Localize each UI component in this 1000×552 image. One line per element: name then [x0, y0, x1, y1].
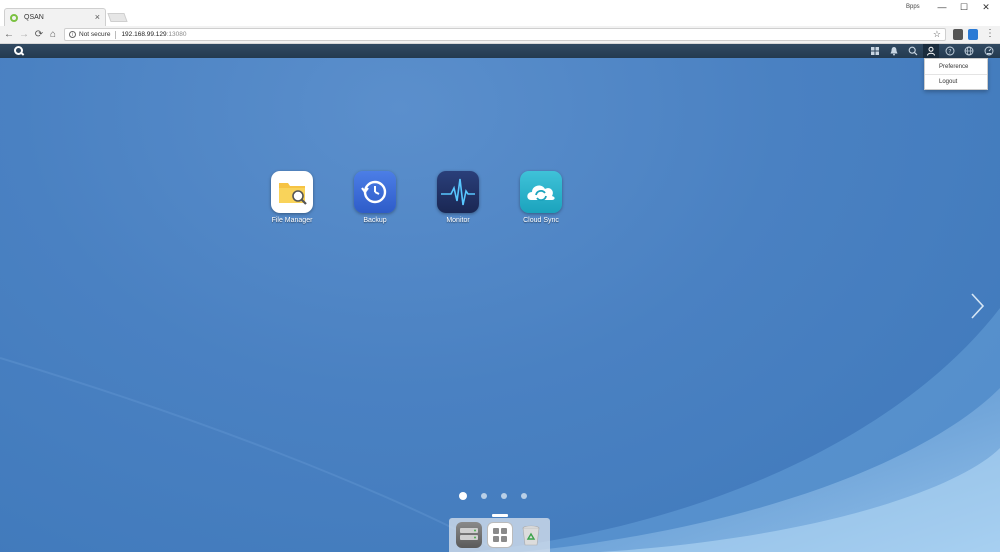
- qsan-favicon-icon: [10, 13, 18, 22]
- maximize-icon[interactable]: ☐: [958, 3, 970, 12]
- url-port: :13080: [166, 31, 187, 38]
- tab-close-icon[interactable]: ×: [95, 13, 100, 22]
- page-indicator: [459, 492, 527, 500]
- page-dot-3[interactable]: [501, 493, 507, 499]
- page-dot-2[interactable]: [481, 493, 487, 499]
- app-label: Cloud Sync: [523, 217, 559, 224]
- security-label: Not secure: [79, 31, 111, 38]
- app-label: Monitor: [446, 217, 470, 224]
- dock-handle[interactable]: [492, 514, 508, 517]
- search-icon[interactable]: [907, 45, 919, 57]
- page-dot-1[interactable]: [459, 492, 467, 500]
- menu-item-logout[interactable]: Logout: [925, 74, 987, 89]
- wallpaper-waves: [0, 308, 1000, 552]
- app-monitor[interactable]: Monitor: [418, 171, 498, 224]
- bell-icon[interactable]: [888, 45, 900, 57]
- app-grid-icon[interactable]: [487, 522, 513, 548]
- app-topbar: ?: [0, 44, 1000, 58]
- monitor-icon: [437, 171, 479, 213]
- reload-icon[interactable]: ⟳: [33, 28, 45, 42]
- browser-menu-icon[interactable]: ⋮: [985, 28, 995, 40]
- cloud-sync-icon: [520, 171, 562, 213]
- dock: [449, 518, 550, 552]
- info-icon[interactable]: i: [69, 31, 76, 38]
- new-tab-button[interactable]: [107, 13, 128, 22]
- grid-icon[interactable]: [869, 45, 881, 57]
- backup-icon: [354, 171, 396, 213]
- app-label: Backup: [363, 217, 387, 224]
- next-page-arrow-icon[interactable]: [968, 292, 988, 320]
- app-file-manager[interactable]: File Manager: [252, 171, 332, 224]
- help-icon[interactable]: ?: [944, 45, 956, 57]
- extension-pocket-icon[interactable]: [953, 29, 963, 40]
- app-backup[interactable]: Backup: [335, 171, 415, 224]
- minimize-icon[interactable]: —: [936, 3, 948, 12]
- svg-text:?: ?: [948, 48, 951, 55]
- url-separator: [115, 30, 117, 39]
- url-host: 192.168.99.129: [121, 31, 167, 38]
- extension-download-icon[interactable]: [968, 29, 978, 40]
- page-dot-4[interactable]: [521, 493, 527, 499]
- close-window-icon[interactable]: ✕: [980, 3, 992, 12]
- storage-icon[interactable]: [456, 522, 482, 548]
- forward-icon[interactable]: →: [18, 28, 30, 42]
- address-bar[interactable]: i Not secure 192.168.99.129:13080 ☆: [64, 28, 946, 41]
- qsan-logo-icon[interactable]: [14, 46, 23, 55]
- user-dropdown-menu: Preference Logout: [924, 58, 988, 90]
- dashboard-icon[interactable]: [983, 45, 995, 57]
- recycle-bin-icon[interactable]: [518, 522, 544, 548]
- file-manager-icon: [271, 171, 313, 213]
- window-user-name[interactable]: Bpps: [906, 4, 920, 10]
- browser-tab[interactable]: QSAN ×: [4, 8, 106, 26]
- app-label: File Manager: [271, 217, 313, 224]
- globe-icon[interactable]: [963, 45, 975, 57]
- tab-title: QSAN: [24, 14, 44, 21]
- app-cloud-sync[interactable]: Cloud Sync: [501, 171, 581, 224]
- browser-titlebar: QSAN × Bpps — ☐ ✕: [0, 0, 1000, 26]
- user-icon[interactable]: [923, 44, 939, 58]
- desktop-area: File Manager Backup Monitor Cloud Sync: [0, 58, 1000, 552]
- bookmark-star-icon[interactable]: ☆: [933, 29, 941, 40]
- menu-item-preference[interactable]: Preference: [925, 59, 987, 74]
- browser-toolbar: ← → ⟳ ⌂ i Not secure 192.168.99.129:1308…: [0, 26, 1000, 44]
- back-icon[interactable]: ←: [3, 28, 15, 42]
- home-icon[interactable]: ⌂: [47, 28, 59, 42]
